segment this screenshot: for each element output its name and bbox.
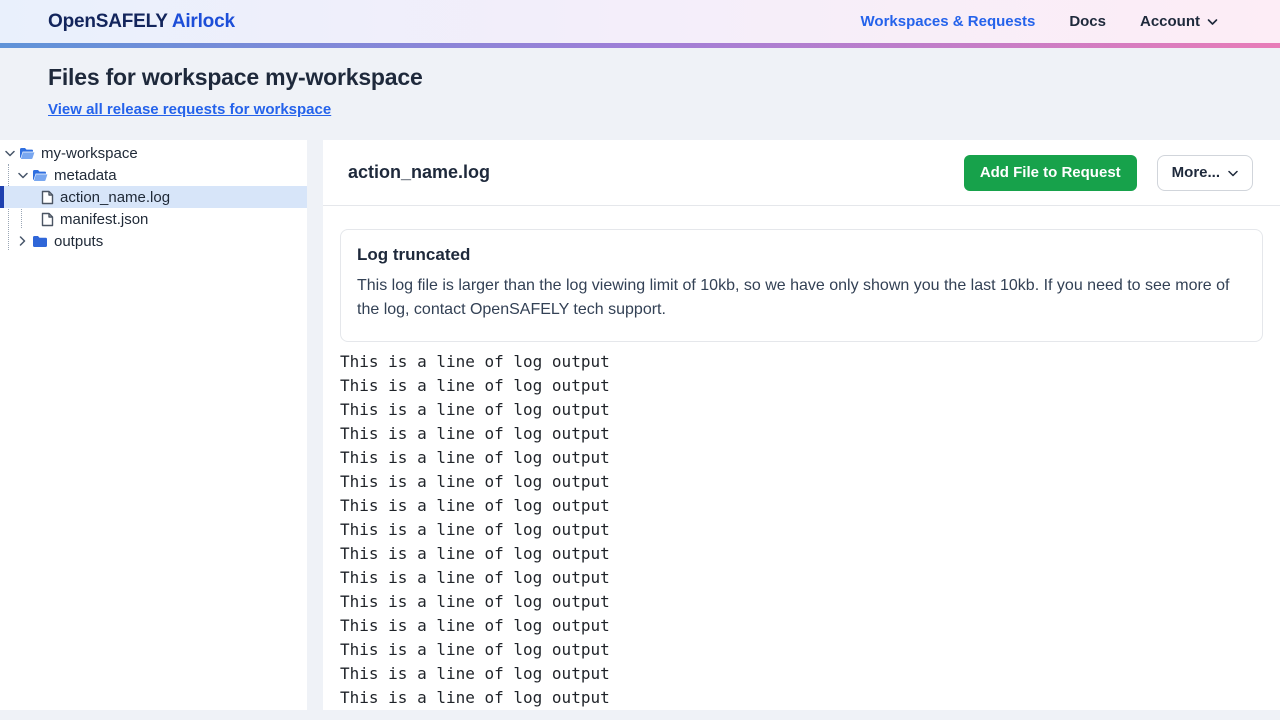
navbar: OpenSAFELY Airlock Workspaces & Requests… xyxy=(0,0,1280,43)
tree-item-label: outputs xyxy=(54,233,103,250)
log-output: This is a line of log outputThis is a li… xyxy=(340,350,1263,710)
file-panel: action_name.log Add File to Request More… xyxy=(323,140,1280,710)
log-line: This is a line of log output xyxy=(340,542,1263,566)
log-line: This is a line of log output xyxy=(340,422,1263,446)
file-panel-body: Log truncated This log file is larger th… xyxy=(323,206,1280,710)
nav-link-label: Account xyxy=(1140,13,1200,30)
log-line: This is a line of log output xyxy=(340,638,1263,662)
content-gap xyxy=(307,140,323,710)
logo-secondary: Airlock xyxy=(172,11,235,32)
app-logo[interactable]: OpenSAFELY Airlock xyxy=(48,11,235,33)
folder-open-icon xyxy=(19,147,35,160)
tree-item-manifest-json[interactable]: manifest.json xyxy=(0,208,307,230)
tree-item-label: metadata xyxy=(54,167,117,184)
log-line: This is a line of log output xyxy=(340,686,1263,710)
log-line: This is a line of log output xyxy=(340,518,1263,542)
tree-item-outputs[interactable]: outputs xyxy=(0,230,307,252)
chevron-down-icon xyxy=(1207,13,1218,30)
nav-link-label: Workspaces & Requests xyxy=(861,13,1036,30)
log-line: This is a line of log output xyxy=(340,350,1263,374)
page-title: Files for workspace my-workspace xyxy=(48,64,1232,91)
nav-link-label: Docs xyxy=(1069,13,1106,30)
logo-primary: OpenSAFELY xyxy=(48,11,167,32)
chevron-right-icon[interactable] xyxy=(16,236,29,246)
folder-closed-icon xyxy=(32,235,48,248)
more-menu-label: More... xyxy=(1172,164,1220,181)
log-line: This is a line of log output xyxy=(340,470,1263,494)
log-line: This is a line of log output xyxy=(340,566,1263,590)
file-icon xyxy=(41,212,54,227)
chevron-down-icon xyxy=(1228,164,1238,181)
nav-link-workspaces-requests[interactable]: Workspaces & Requests xyxy=(861,13,1036,30)
log-line: This is a line of log output xyxy=(340,614,1263,638)
file-icon xyxy=(41,190,54,205)
log-line: This is a line of log output xyxy=(340,374,1263,398)
file-actions: Add File to Request More... xyxy=(964,155,1253,191)
tree-item-my-workspace[interactable]: my-workspace xyxy=(0,142,307,164)
chevron-down-icon[interactable] xyxy=(3,150,16,157)
log-line: This is a line of log output xyxy=(340,398,1263,422)
notice-title: Log truncated xyxy=(357,245,1246,265)
nav-link-docs[interactable]: Docs xyxy=(1069,13,1106,30)
nav-link-account[interactable]: Account xyxy=(1140,13,1218,30)
log-line: This is a line of log output xyxy=(340,446,1263,470)
file-panel-header: action_name.log Add File to Request More… xyxy=(323,140,1280,206)
file-tree-sidebar: my-workspace metadata action_name.log ma… xyxy=(0,140,307,710)
add-file-to-request-button[interactable]: Add File to Request xyxy=(964,155,1137,191)
tree-item-metadata[interactable]: metadata xyxy=(0,164,307,186)
content: my-workspace metadata action_name.log ma… xyxy=(0,140,1280,710)
log-truncated-notice: Log truncated This log file is larger th… xyxy=(340,229,1263,342)
tree-item-action-name-log[interactable]: action_name.log xyxy=(0,186,307,208)
tree-item-label: action_name.log xyxy=(60,189,170,206)
folder-open-icon xyxy=(32,169,48,182)
chevron-down-icon[interactable] xyxy=(16,172,29,179)
nav-links: Workspaces & Requests Docs Account xyxy=(861,13,1218,30)
log-line: This is a line of log output xyxy=(340,662,1263,686)
tree-item-label: manifest.json xyxy=(60,211,148,228)
view-release-requests-link[interactable]: View all release requests for workspace xyxy=(48,101,331,118)
more-menu-button[interactable]: More... xyxy=(1157,155,1253,191)
tree-item-label: my-workspace xyxy=(41,145,138,162)
log-line: This is a line of log output xyxy=(340,590,1263,614)
page-header: Files for workspace my-workspace View al… xyxy=(0,48,1280,140)
log-line: This is a line of log output xyxy=(340,494,1263,518)
notice-body: This log file is larger than the log vie… xyxy=(357,274,1246,322)
file-title: action_name.log xyxy=(348,162,490,183)
